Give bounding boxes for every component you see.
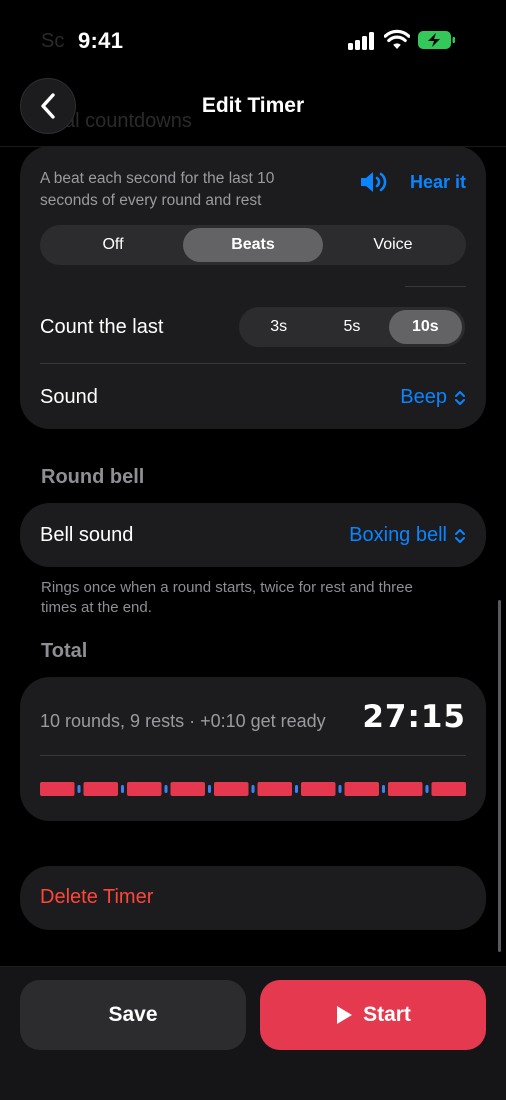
segment-5s[interactable]: 5s (315, 310, 388, 344)
status-bar: 9:41 (0, 0, 506, 70)
round-segment (257, 782, 292, 796)
divider (40, 755, 466, 756)
countdown-mode-segmented-control: Off Beats Voice (40, 225, 466, 265)
round-segment (127, 782, 162, 796)
bell-sound-picker[interactable]: Boxing bell (349, 524, 466, 547)
save-button[interactable]: Save (20, 980, 246, 1050)
round-segment (83, 782, 118, 796)
round-segment (431, 782, 466, 796)
bell-sound-value: Boxing bell (349, 524, 447, 546)
rest-segment (295, 785, 298, 793)
total-section-title: Total (41, 640, 88, 662)
countdown-description: A beat each second for the last 10 secon… (40, 170, 275, 209)
segment-beats[interactable]: Beats (183, 228, 323, 262)
start-label: Start (363, 1003, 411, 1026)
start-button[interactable]: Start (260, 980, 486, 1050)
bell-footnote: Rings once when a round starts, twice fo… (41, 579, 413, 616)
rest-segment (77, 785, 81, 793)
rest-segment (251, 785, 255, 793)
rest-segment (382, 785, 385, 793)
divider (405, 286, 466, 287)
page-title: Edit Timer (201, 94, 305, 117)
segment-off[interactable]: Off (43, 228, 183, 262)
hear-it-label: Hear it (409, 171, 466, 192)
round-segment (388, 782, 423, 796)
segment-3s[interactable]: 3s (242, 310, 315, 344)
scrollbar[interactable] (498, 600, 501, 952)
countdown-settings-card: A beat each second for the last 10 secon… (20, 146, 486, 429)
round-bell-section-title: Round bell (41, 466, 145, 488)
save-label: Save (108, 1003, 158, 1026)
bell-sound-label: Bell sound (40, 524, 134, 546)
delete-timer-label: Delete Timer (40, 886, 154, 908)
delete-timer-button[interactable]: Delete Timer (20, 866, 486, 930)
scrolled-ghost-text: Sc (41, 30, 65, 52)
round-segment (214, 782, 249, 796)
round-segment (170, 782, 205, 796)
sound-picker[interactable]: Beep (400, 386, 466, 409)
rest-segment (121, 785, 124, 793)
rounds-timeline (40, 782, 466, 796)
chevron-up-down-icon (455, 390, 465, 405)
hear-it-button[interactable]: Hear it (360, 170, 466, 194)
play-icon (337, 1006, 353, 1024)
total-summary: 10 rounds, 9 rests · +0:10 get ready (40, 711, 326, 731)
status-time: 9:41 (78, 28, 124, 53)
total-card: 10 rounds, 9 rests · +0:10 get ready 27:… (20, 677, 486, 821)
segment-voice[interactable]: Voice (323, 228, 463, 262)
total-duration: 27:15 (362, 699, 466, 735)
segment-10s[interactable]: 10s (388, 310, 462, 344)
wifi-icon (384, 29, 410, 49)
speaker-icon (360, 172, 387, 192)
sound-value: Beep (400, 386, 447, 408)
round-segment (344, 782, 379, 796)
chevron-up-down-icon (455, 528, 465, 543)
rest-segment (338, 785, 342, 793)
cellular-signal-icon (348, 32, 376, 50)
sound-label: Sound (40, 386, 98, 408)
count-last-segmented-control: 3s 5s 10s (239, 307, 465, 347)
count-the-last-label: Count the last (40, 316, 164, 338)
rest-segment (208, 785, 211, 793)
bottom-action-bar: Save Start (0, 966, 506, 1100)
battery-charging-icon (418, 31, 455, 49)
rest-segment (164, 785, 168, 793)
divider (40, 363, 466, 364)
round-segment (40, 782, 75, 796)
navigation-bar: Edit Timer (0, 78, 506, 138)
bell-sound-card[interactable]: Bell sound Boxing bell (20, 503, 486, 567)
round-segment (301, 782, 336, 796)
rest-segment (425, 785, 429, 793)
